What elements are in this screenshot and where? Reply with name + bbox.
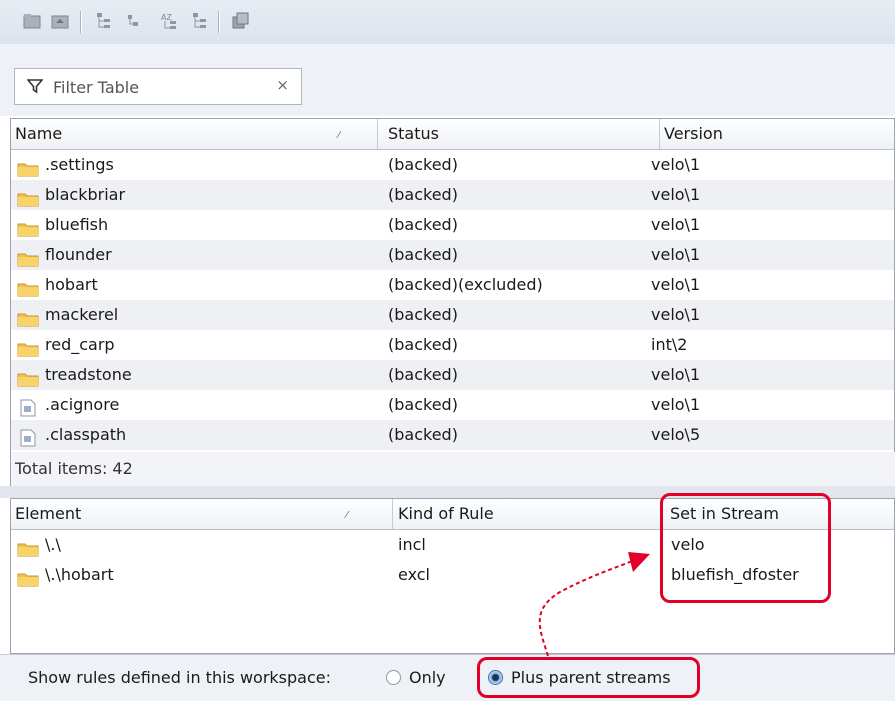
sort-tree-icon: AZ: [161, 13, 176, 29]
status-cell: (backed): [388, 365, 458, 384]
stream-cell: bluefish_dfoster: [671, 565, 799, 584]
column-header-status-label: Status: [388, 124, 439, 143]
table-row[interactable]: hobart (backed)(excluded) velo\1: [11, 270, 894, 300]
table-row[interactable]: blackbriar (backed) velo\1: [11, 180, 894, 210]
table-row[interactable]: treadstone (backed) velo\1: [11, 360, 894, 390]
version-cell: velo\1: [651, 395, 701, 414]
name-cell: mackerel: [45, 305, 119, 324]
version-cell: int\2: [651, 335, 688, 354]
folder-icon: [17, 567, 39, 597]
files-table-header: Name ⁄ Status Version: [11, 119, 894, 150]
tree-collapse-icon: [193, 13, 206, 28]
column-header-kind[interactable]: Kind of Rule: [394, 499, 662, 529]
version-cell: velo\1: [651, 185, 701, 204]
table-row[interactable]: mackerel (backed) velo\1: [11, 300, 894, 330]
toolbar-button-1[interactable]: [22, 11, 42, 31]
status-cell: (backed): [388, 245, 458, 264]
version-cell: velo\5: [651, 425, 701, 444]
svg-text:AZ: AZ: [161, 13, 172, 22]
table-row[interactable]: .classpath (backed) velo\5: [11, 420, 894, 450]
version-cell: velo\1: [651, 275, 701, 294]
total-items-label: Total items: 42: [15, 459, 133, 478]
filter-box[interactable]: ×: [14, 68, 302, 105]
column-header-name-label: Name: [15, 124, 63, 143]
rule-row[interactable]: \.\ incl velo: [11, 530, 894, 560]
rules-table-header: Element ⁄ Kind of Rule Set in Stream: [11, 499, 894, 530]
name-cell: blackbriar: [45, 185, 126, 204]
status-cell: (backed): [388, 215, 458, 234]
name-cell: bluefish: [45, 215, 109, 234]
panel-splitter[interactable]: [0, 486, 895, 498]
status-cell: (backed): [388, 185, 458, 204]
status-cell: (backed): [388, 155, 458, 174]
version-cell: velo\1: [651, 305, 701, 324]
status-cell: (backed): [388, 305, 458, 324]
table-row[interactable]: flounder (backed) velo\1: [11, 240, 894, 270]
column-header-version[interactable]: Version: [660, 119, 894, 149]
table-row[interactable]: red_carp (backed) int\2: [11, 330, 894, 360]
table-row[interactable]: .settings (backed) velo\1: [11, 150, 894, 180]
status-cell: (backed): [388, 425, 458, 444]
column-header-element[interactable]: Element ⁄: [11, 499, 393, 529]
name-cell: flounder: [45, 245, 112, 264]
version-cell: velo\1: [651, 245, 701, 264]
clear-filter-icon[interactable]: ×: [276, 76, 289, 94]
toolbar-button-2[interactable]: [50, 11, 70, 31]
column-header-stream[interactable]: Set in Stream: [666, 499, 894, 529]
toolbar-button-5[interactable]: AZ: [160, 11, 180, 31]
status-cell: (backed)(excluded): [388, 275, 543, 294]
kind-cell: incl: [398, 535, 426, 554]
window-icon: [232, 12, 249, 29]
funnel-icon: [27, 79, 43, 94]
filter-bar: ×: [0, 44, 895, 116]
version-cell: velo\1: [651, 215, 701, 234]
sort-indicator-icon: ⁄: [346, 510, 348, 521]
version-cell: velo\1: [651, 365, 701, 384]
sort-indicator-icon: ⁄: [338, 130, 340, 141]
kind-cell: excl: [398, 565, 430, 584]
radio-plus-parent-streams[interactable]: [488, 670, 503, 685]
stream-cell: velo: [671, 535, 705, 554]
column-header-stream-label: Set in Stream: [670, 504, 779, 523]
name-cell: red_carp: [45, 335, 115, 354]
column-header-kind-label: Kind of Rule: [398, 504, 494, 523]
total-items: Total items: 42: [10, 452, 895, 486]
radio-only[interactable]: [386, 670, 401, 685]
rule-row[interactable]: \.\hobart excl bluefish_dfoster: [11, 560, 894, 590]
toolbar-button-4[interactable]: [124, 11, 144, 31]
toolbar: AZ: [0, 0, 895, 45]
table-row[interactable]: bluefish (backed) velo\1: [11, 210, 894, 240]
folder-grey-icon: [23, 14, 41, 29]
filter-input[interactable]: [53, 75, 273, 99]
status-cell: (backed): [388, 395, 458, 414]
table-row[interactable]: .acignore (backed) velo\1: [11, 390, 894, 420]
toolbar-button-3[interactable]: [94, 11, 114, 31]
name-cell: treadstone: [45, 365, 132, 384]
rules-table: Element ⁄ Kind of Rule Set in Stream \.\…: [10, 498, 895, 654]
files-table: Name ⁄ Status Version .settings (backed) v…: [10, 118, 895, 454]
name-cell: .classpath: [45, 425, 127, 444]
element-cell: \.\hobart: [45, 565, 114, 584]
column-header-name[interactable]: Name ⁄: [11, 119, 378, 149]
version-cell: velo\1: [651, 155, 701, 174]
radio-plus-parent-streams-label[interactable]: Plus parent streams: [511, 668, 671, 687]
file-icon: [17, 427, 39, 453]
name-cell: hobart: [45, 275, 98, 294]
column-header-version-label: Version: [664, 124, 723, 143]
toolbar-button-7[interactable]: [230, 11, 250, 31]
rules-filter-bar: Show rules defined in this workspace: On…: [0, 654, 895, 701]
name-cell: .acignore: [45, 395, 120, 414]
element-cell: \.\: [45, 535, 61, 554]
name-cell: .settings: [45, 155, 114, 174]
folder-up-icon: [51, 15, 69, 29]
radio-only-label[interactable]: Only: [409, 668, 446, 687]
toolbar-button-6[interactable]: [190, 11, 210, 31]
rules-filter-label: Show rules defined in this workspace:: [28, 668, 331, 687]
column-header-element-label: Element: [15, 504, 82, 523]
tree-expand-icon: [97, 13, 110, 28]
column-header-status[interactable]: Status: [384, 119, 660, 149]
status-cell: (backed): [388, 335, 458, 354]
tree-node-icon: [128, 15, 138, 26]
